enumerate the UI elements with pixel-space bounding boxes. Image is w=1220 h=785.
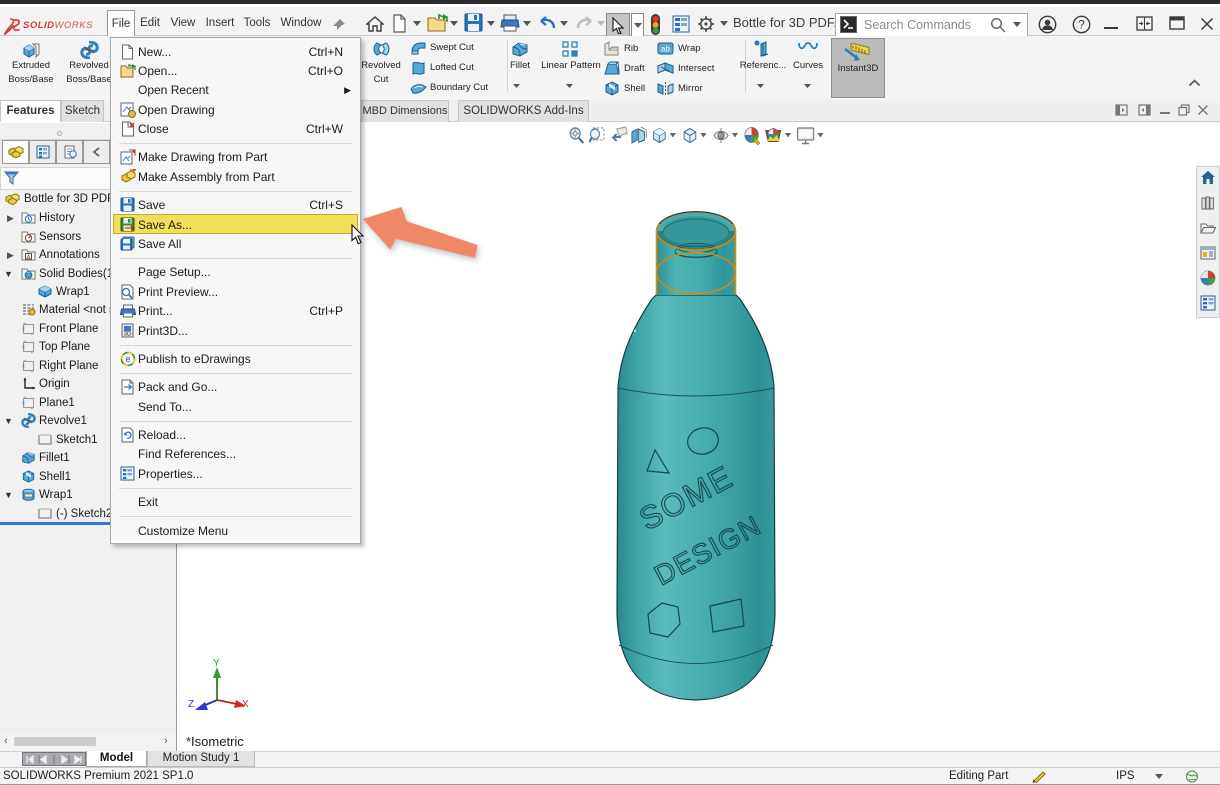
- svg-text:e: e: [125, 354, 130, 364]
- svg-text:A: A: [27, 254, 31, 260]
- svg-text:?: ?: [1078, 18, 1085, 32]
- svg-text:3D: 3D: [124, 331, 132, 337]
- svg-text:X: X: [242, 699, 249, 710]
- svg-text:*Isometric: *Isometric: [186, 734, 244, 749]
- svg-text:Z: Z: [188, 699, 194, 710]
- svg-text:Y: Y: [213, 658, 220, 669]
- svg-text:ab: ab: [661, 45, 670, 54]
